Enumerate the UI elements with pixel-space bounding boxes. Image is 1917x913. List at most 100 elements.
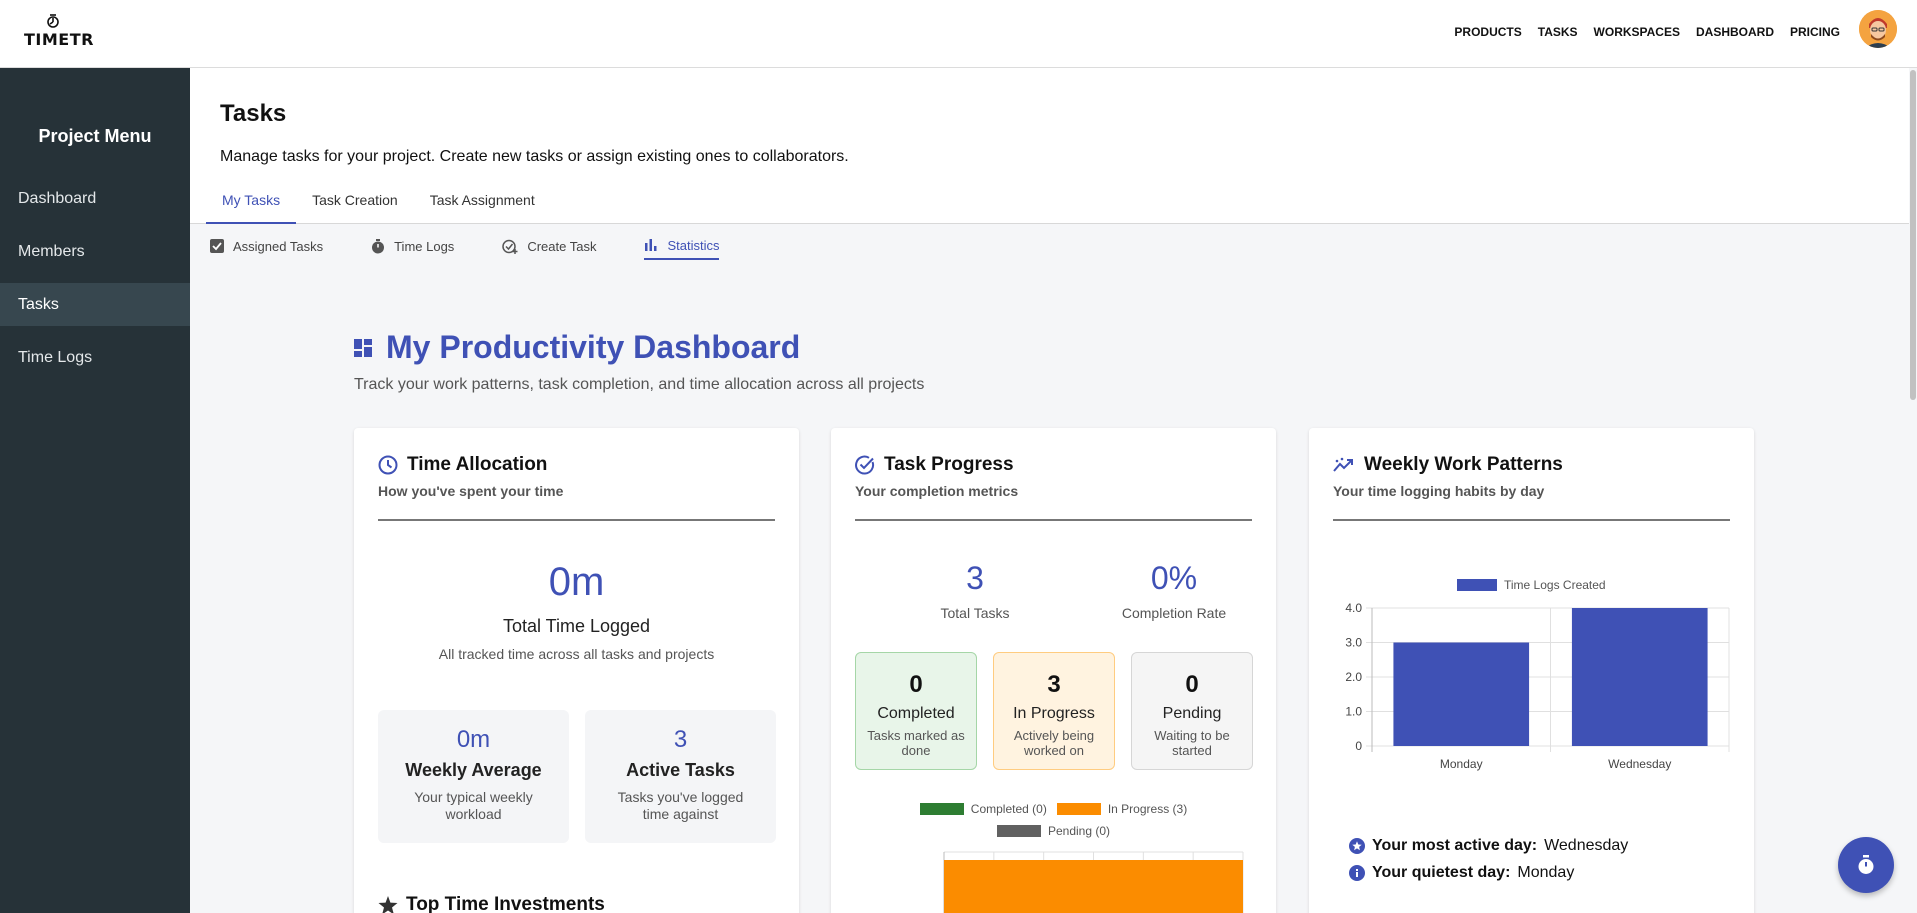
timer-fab-button[interactable] — [1838, 837, 1894, 893]
nav-pricing[interactable]: PRICING — [1790, 25, 1840, 39]
card-subtitle: Your completion metrics — [855, 483, 1019, 499]
timetr-logo[interactable]: TIMETR — [24, 14, 94, 54]
divider — [378, 519, 775, 521]
top-navbar: TIMETR PRODUCTS TASKS WORKSPACES DASHBOA… — [0, 0, 1917, 68]
total-time-value: 0m — [548, 560, 605, 604]
top-time-investments-heading: Top Time Investments — [378, 894, 605, 913]
sub-tabs: Assigned Tasks Time Logs Create Task Sta… — [210, 232, 720, 260]
tab-task-creation[interactable]: Task Creation — [296, 180, 414, 224]
dashboard-title: My Productivity Dashboard — [386, 329, 801, 365]
stopwatch-icon — [1858, 855, 1874, 874]
main-tabs: My Tasks Task Creation Task Assignment — [206, 180, 551, 224]
subtab-create-task[interactable]: Create Task — [502, 232, 596, 260]
total-tasks-label: Total Tasks — [940, 605, 1010, 621]
subtab-time-logs[interactable]: Time Logs — [371, 232, 454, 260]
legend-pending[interactable]: Pending (0) — [996, 824, 1111, 838]
pending-label: Pending — [1162, 705, 1222, 722]
nav-dashboard[interactable]: DASHBOARD — [1696, 25, 1774, 39]
logo-mark-icon — [47, 14, 59, 28]
card-title: Time Allocation — [407, 454, 548, 475]
legend-swatch — [1457, 579, 1497, 591]
pending-count: 0 — [1185, 671, 1199, 698]
subtab-statistics[interactable]: Statistics — [644, 232, 720, 260]
top-nav: PRODUCTS TASKS WORKSPACES DASHBOARD PRIC… — [1454, 25, 1840, 39]
total-time-description: All tracked time across all tasks and pr… — [438, 646, 715, 662]
most-active-day-insight: Your most active day: Wednesday — [1349, 837, 1628, 855]
checkbox-icon — [210, 239, 224, 253]
card-header: Weekly Work Patterns — [1333, 454, 1563, 476]
completed-status-box: 0 Completed Tasks marked as done — [855, 652, 977, 770]
active-tasks-value: 3 — [673, 726, 688, 753]
most-active-value: Wednesday — [1544, 837, 1629, 854]
weekly-patterns-card: Weekly Work Patterns Your time logging h… — [1309, 428, 1754, 913]
logo-text: TIMETR — [24, 30, 94, 49]
check-circle-icon — [855, 455, 875, 475]
add-task-icon — [502, 239, 518, 254]
card-title: Task Progress — [884, 454, 1014, 475]
legend-completed[interactable]: Completed (0) — [919, 802, 1047, 816]
page-title: Tasks — [220, 100, 287, 127]
completion-rate-value: 0% — [1150, 560, 1198, 596]
sidebar-item-members[interactable]: Members — [0, 230, 190, 273]
total-tasks-stat: 3 Total Tasks — [885, 560, 1065, 621]
y-tick-label: 3.0 — [1345, 636, 1362, 650]
subtab-label: Time Logs — [394, 238, 455, 254]
legend-label: Completed (0) — [970, 802, 1047, 816]
sidebar-item-dashboard[interactable]: Dashboard — [0, 177, 190, 220]
weekly-average-label: Weekly Average — [405, 760, 542, 780]
bar-monday — [1393, 642, 1530, 746]
quietest-label: Your quietest day: — [1372, 864, 1511, 881]
info-icon — [1349, 865, 1365, 881]
active-tasks-description: Tasks you've logged time against — [617, 789, 744, 822]
task-progress-card: Task Progress Your completion metrics 3 … — [831, 428, 1276, 913]
subtab-label: Statistics — [667, 237, 720, 253]
legend-label: Time Logs Created — [1504, 578, 1606, 592]
subtab-assigned-tasks[interactable]: Assigned Tasks — [210, 232, 323, 260]
stopwatch-icon — [372, 238, 385, 253]
user-avatar[interactable] — [1859, 10, 1897, 48]
legend-swatch — [1056, 803, 1101, 815]
nav-products[interactable]: PRODUCTS — [1454, 25, 1521, 39]
active-tasks-label: Active Tasks — [626, 760, 735, 780]
legend-in-progress[interactable]: In Progress (3) — [1056, 802, 1188, 816]
y-tick-label: 2.0 — [1345, 670, 1362, 684]
bar-in-progress — [944, 860, 1243, 913]
card-header: Task Progress — [855, 454, 1014, 476]
time-allocation-card: Time Allocation How you've spent your ti… — [354, 428, 799, 913]
legend-label: Pending (0) — [1047, 824, 1111, 838]
sidebar-item-time-logs[interactable]: Time Logs — [0, 336, 190, 379]
subtab-label: Create Task — [527, 238, 597, 254]
project-sidebar: Project Menu Dashboard Members Tasks Tim… — [0, 68, 190, 913]
legend-label: In Progress (3) — [1107, 802, 1188, 816]
weekly-average-value: 0m — [456, 726, 491, 753]
quietest-value: Monday — [1517, 864, 1575, 881]
x-tick-label: Wednesday — [1608, 757, 1671, 771]
tab-my-tasks[interactable]: My Tasks — [206, 180, 297, 224]
divider — [1333, 519, 1730, 521]
card-header: Time Allocation — [378, 454, 547, 476]
star-circle-icon — [1349, 838, 1365, 854]
nav-tasks[interactable]: TASKS — [1538, 25, 1578, 39]
task-chart-legend-row-2: Pending (0) — [831, 824, 1276, 838]
sidebar-item-tasks[interactable]: Tasks — [0, 283, 190, 326]
star-icon — [378, 895, 398, 913]
scrollbar-thumb[interactable] — [1910, 70, 1916, 400]
pending-description: Waiting to be started — [1154, 728, 1230, 758]
total-tasks-value: 3 — [966, 560, 984, 596]
bar-chart-icon — [645, 239, 657, 251]
tab-task-assignment[interactable]: Task Assignment — [414, 180, 551, 224]
nav-workspaces[interactable]: WORKSPACES — [1594, 25, 1680, 39]
trending-up-icon — [1333, 457, 1353, 472]
dashboard-subtitle: Track your work patterns, task completio… — [354, 376, 925, 393]
pending-status-box: 0 Pending Waiting to be started — [1131, 652, 1253, 770]
card-subtitle: How you've spent your time — [378, 483, 564, 499]
sidebar-title: Project Menu — [38, 126, 152, 146]
completed-description: Tasks marked as done — [867, 728, 965, 758]
y-tick-label: 4.0 — [1345, 601, 1362, 615]
subtab-label: Assigned Tasks — [233, 238, 324, 254]
dashboard-heading: My Productivity Dashboard — [354, 329, 800, 366]
completed-count: 0 — [909, 671, 923, 698]
card-subtitle: Your time logging habits by day — [1333, 483, 1545, 499]
bar-wednesday — [1571, 608, 1708, 746]
x-tick-label: Monday — [1440, 757, 1483, 771]
